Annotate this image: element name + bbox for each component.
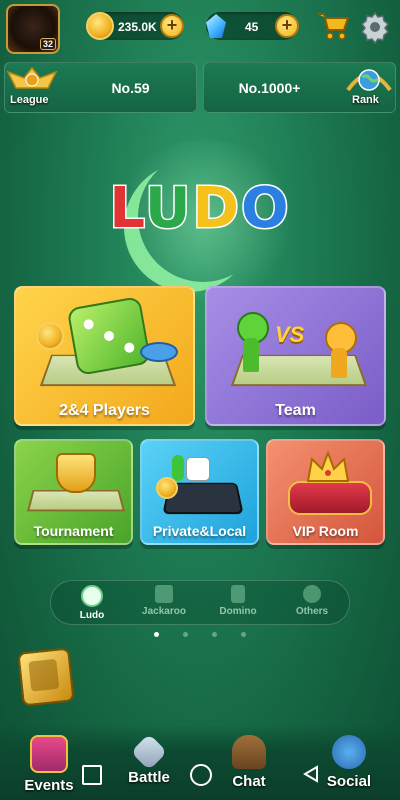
system-recents-button[interactable] bbox=[82, 765, 102, 785]
coin-icon bbox=[36, 322, 64, 350]
coin-icon bbox=[86, 12, 114, 40]
jackaroo-icon bbox=[155, 585, 173, 603]
mode-card-2-4-players[interactable]: 2&4 Players bbox=[14, 286, 195, 426]
player-avatar[interactable]: 32 bbox=[6, 4, 60, 54]
tab-others[interactable]: Others bbox=[277, 581, 347, 626]
system-home-button[interactable] bbox=[190, 764, 212, 786]
mode-card-tournament[interactable]: Tournament bbox=[14, 439, 133, 545]
mode-card-vip-room[interactable]: VIP Room bbox=[266, 439, 385, 545]
nav-label: Battle bbox=[128, 769, 170, 786]
nav-battle[interactable]: Battle bbox=[114, 733, 184, 786]
shop-button[interactable] bbox=[316, 10, 350, 42]
tab-domino[interactable]: Domino bbox=[203, 581, 273, 626]
rank-badge: Rank bbox=[342, 64, 396, 110]
rank-label: Rank bbox=[352, 94, 379, 106]
mode-label: Private&Local bbox=[152, 523, 247, 539]
gem-amount: 45 bbox=[245, 20, 259, 34]
mode-label: Team bbox=[275, 402, 316, 419]
mode-card-team[interactable]: VS Team bbox=[205, 286, 386, 426]
mode-label: 2&4 Players bbox=[59, 402, 150, 419]
yellow-pawn-body bbox=[331, 348, 347, 378]
tab-label: Ludo bbox=[79, 610, 105, 621]
nav-social[interactable]: Social bbox=[314, 735, 384, 790]
tab-label: Jackaroo bbox=[142, 606, 186, 617]
top-bar: 32 235.0K + 45 + bbox=[0, 0, 400, 56]
nav-label: Social bbox=[326, 773, 372, 790]
cart-icon bbox=[318, 13, 350, 40]
logo-letter-d: D bbox=[191, 175, 242, 243]
logo-letter-u: U bbox=[144, 175, 193, 243]
mode-label: VIP Room bbox=[292, 523, 359, 539]
league-label: League bbox=[10, 94, 49, 106]
cushion-icon bbox=[288, 481, 372, 515]
friends-icon bbox=[332, 735, 366, 769]
logo-letter-l: L bbox=[108, 175, 146, 243]
chest-icon bbox=[28, 658, 60, 692]
nav-chat[interactable]: Chat bbox=[214, 735, 284, 790]
domino-icon bbox=[231, 585, 245, 603]
crown-icon bbox=[306, 451, 350, 482]
nav-label: Events bbox=[24, 777, 74, 794]
gear-icon bbox=[360, 11, 390, 45]
trophy-icon bbox=[56, 453, 96, 493]
dice-icon bbox=[66, 296, 152, 376]
game-type-tabs: Ludo Jackaroo Domino Others bbox=[50, 580, 350, 625]
logo-letter-o: O bbox=[240, 175, 291, 243]
ludo-logo: LUDO bbox=[0, 175, 400, 243]
lucky-chest-button[interactable] bbox=[17, 647, 75, 707]
add-coins-button[interactable]: + bbox=[160, 14, 184, 38]
page-dot bbox=[241, 632, 246, 637]
vs-badge: VS bbox=[275, 322, 305, 347]
crossed-swords-icon bbox=[130, 733, 168, 771]
player-level-badge: 32 bbox=[39, 38, 56, 50]
others-icon bbox=[303, 585, 321, 603]
tab-jackaroo[interactable]: Jackaroo bbox=[129, 581, 199, 626]
coin-amount: 235.0K bbox=[118, 20, 157, 34]
league-wings-icon bbox=[6, 66, 58, 89]
nav-events[interactable]: Events bbox=[14, 735, 84, 794]
system-back-icon[interactable] bbox=[302, 765, 320, 783]
mode-card-private-local[interactable]: Private&Local bbox=[140, 439, 259, 545]
ludo-icon bbox=[81, 585, 103, 607]
league-badge: League bbox=[4, 64, 60, 110]
nav-label: Chat bbox=[232, 773, 266, 790]
page-dot-active bbox=[154, 632, 159, 637]
tab-label: Others bbox=[295, 606, 329, 617]
green-pawn-icon bbox=[172, 455, 184, 481]
board-image bbox=[26, 489, 126, 512]
gift-icon bbox=[30, 735, 68, 773]
chat-house-icon bbox=[232, 735, 266, 769]
tab-ludo[interactable]: Ludo bbox=[57, 581, 127, 626]
green-pawn-body bbox=[243, 338, 259, 372]
add-gems-button[interactable]: + bbox=[275, 14, 299, 38]
settings-button[interactable] bbox=[358, 10, 392, 45]
dice-icon bbox=[186, 457, 210, 481]
page-dot bbox=[212, 632, 217, 637]
tab-label: Domino bbox=[219, 606, 257, 617]
page-dot bbox=[183, 632, 188, 637]
blue-token-icon bbox=[140, 342, 178, 362]
globe-icon bbox=[346, 69, 392, 92]
mode-label: Tournament bbox=[33, 523, 114, 539]
